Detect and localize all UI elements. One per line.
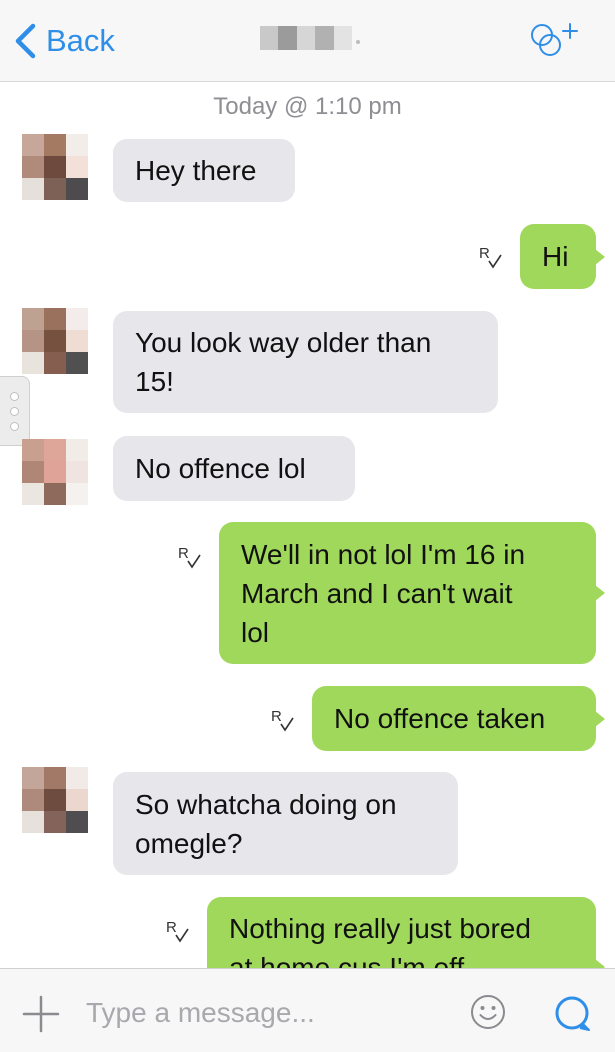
message-text: No offence taken bbox=[334, 703, 546, 734]
outgoing-message-bubble[interactable]: No offence taken bbox=[312, 686, 605, 751]
avatar[interactable] bbox=[22, 439, 88, 505]
message-text: Hi bbox=[542, 241, 569, 272]
read-receipt-icon: R bbox=[270, 706, 296, 734]
conversation-date: Today @ 1:10 pm bbox=[213, 93, 402, 120]
chat-bubble-icon[interactable] bbox=[553, 994, 593, 1034]
read-receipt-icon: R bbox=[165, 917, 191, 945]
message-composer bbox=[0, 968, 615, 1052]
avatar[interactable] bbox=[22, 308, 88, 374]
side-drawer-handle[interactable] bbox=[0, 376, 30, 446]
svg-text:R: R bbox=[178, 545, 189, 562]
message-text: You look way older than 15! bbox=[135, 327, 432, 397]
back-label: Back bbox=[46, 23, 115, 58]
incoming-message-bubble[interactable]: You look way older than 15! bbox=[113, 311, 498, 413]
nav-bar: Back bbox=[0, 0, 615, 82]
back-button[interactable]: Back bbox=[14, 20, 115, 62]
incoming-message-bubble[interactable]: No offence lol bbox=[113, 436, 355, 501]
read-receipt-icon: R bbox=[177, 543, 203, 571]
avatar[interactable] bbox=[22, 767, 88, 833]
incoming-message-bubble[interactable]: Hey there bbox=[113, 139, 295, 202]
svg-text:R: R bbox=[271, 708, 282, 725]
outgoing-message-bubble[interactable]: We'll in not lol I'm 16 in March and I c… bbox=[219, 522, 605, 664]
smiley-icon[interactable] bbox=[470, 994, 506, 1030]
outgoing-message-bubble[interactable]: Hi bbox=[520, 224, 605, 289]
svg-text:R: R bbox=[166, 919, 177, 936]
message-text: We'll in not lol I'm 16 in March and I c… bbox=[241, 538, 526, 648]
incoming-message-bubble[interactable]: So whatcha doing on omegle? bbox=[113, 772, 458, 875]
avatar[interactable] bbox=[22, 134, 88, 200]
message-text: Hey there bbox=[135, 155, 257, 186]
title-dot bbox=[356, 40, 360, 44]
svg-text:R: R bbox=[479, 245, 490, 262]
add-people-icon[interactable] bbox=[528, 18, 588, 62]
message-text: No offence lol bbox=[135, 453, 306, 484]
contact-name-redacted bbox=[260, 26, 353, 50]
plus-icon[interactable] bbox=[22, 995, 60, 1033]
message-input[interactable] bbox=[86, 993, 446, 1033]
read-receipt-icon: R bbox=[478, 243, 504, 271]
chevron-left-icon bbox=[14, 23, 36, 59]
message-text: So whatcha doing on omegle? bbox=[135, 788, 397, 859]
